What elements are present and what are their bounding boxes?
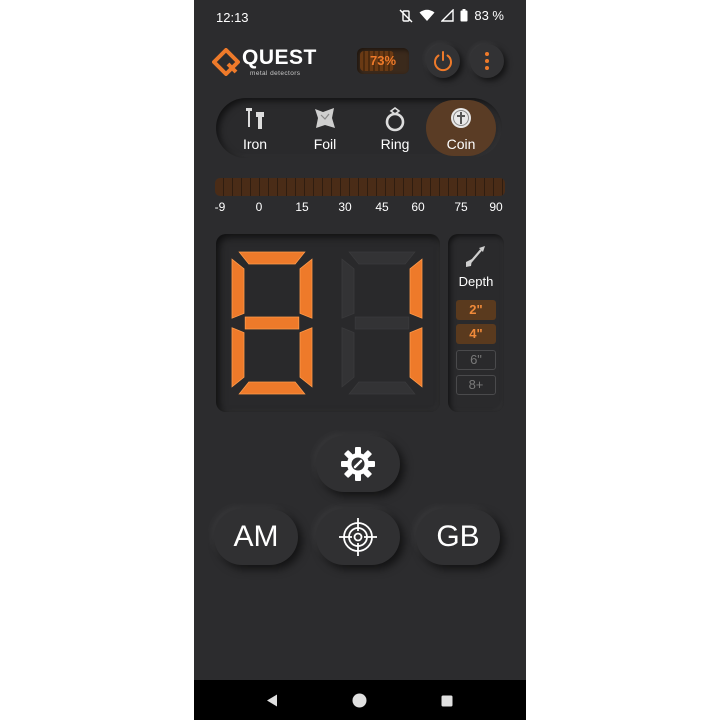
digit-segment — [299, 258, 313, 319]
target-id-digits — [231, 251, 423, 395]
mode-foil[interactable]: Foil — [290, 100, 360, 156]
digit-segment — [231, 327, 245, 388]
scale-tick: 60 — [411, 200, 425, 214]
status-bar: 12:13 83 % — [194, 0, 526, 34]
scale-tick: 15 — [295, 200, 309, 214]
digit-segment — [238, 381, 306, 395]
status-battery-percent: 83 % — [474, 8, 504, 23]
scale-tick: 75 — [454, 200, 468, 214]
mode-ring[interactable]: Ring — [360, 100, 430, 156]
pinpoint-button[interactable] — [316, 509, 400, 565]
digit-segment — [244, 316, 300, 330]
depth-level-8-plus: 8+ — [456, 375, 496, 395]
battery-icon — [460, 9, 468, 22]
iron-nail-icon — [246, 108, 264, 129]
target-id-display — [216, 234, 440, 412]
depth-indicator: Depth 2" 4" 6" 8+ — [448, 234, 504, 412]
depth-level-4: 4" — [456, 324, 496, 344]
mode-coin[interactable]: Coin — [426, 100, 496, 156]
target-id-scale-bar — [215, 178, 505, 196]
mode-coin-label: Coin — [446, 136, 476, 152]
digit-segment — [409, 258, 423, 319]
scale-tick: 30 — [338, 200, 352, 214]
signal-icon — [441, 9, 455, 22]
ground-balance-button[interactable]: GB — [416, 509, 500, 565]
more-menu-button[interactable] — [470, 44, 504, 78]
scale-tick: 0 — [255, 200, 263, 214]
back-nav-icon[interactable] — [266, 694, 278, 707]
depth-level-6: 6" — [456, 350, 496, 370]
more-vertical-icon — [485, 52, 489, 70]
mode-iron[interactable]: Iron — [220, 100, 290, 156]
power-icon — [434, 51, 452, 72]
scale-tick: 90 — [489, 200, 503, 214]
foil-icon — [315, 108, 335, 128]
app-header: QUEST metal detectors 73% — [194, 40, 526, 80]
home-nav-icon[interactable] — [352, 693, 367, 708]
digit-segment — [348, 381, 416, 395]
system-navigation-bar — [194, 680, 526, 720]
detector-battery-text: 73% — [369, 53, 397, 68]
scale-tick: 45 — [375, 200, 389, 214]
settings-gear-icon — [341, 447, 375, 481]
crosshair-target-icon — [339, 518, 377, 556]
phone-screen: 12:13 83 % QUEST metal detectors 73% Iro… — [194, 0, 526, 720]
status-time: 12:13 — [216, 10, 249, 25]
am-button[interactable]: AM — [214, 509, 298, 565]
coin-icon — [451, 108, 471, 128]
brand-logo: QUEST metal detectors — [212, 44, 322, 80]
digit-segment — [238, 251, 306, 265]
digit-segment — [299, 327, 313, 388]
digit-segment — [354, 316, 410, 330]
mode-ring-label: Ring — [380, 136, 410, 152]
mode-selector: Iron Foil Ring Coin — [216, 98, 502, 158]
settings-button[interactable] — [316, 436, 400, 492]
vibrate-off-icon — [399, 9, 413, 22]
brand-name: QUEST — [242, 46, 317, 69]
digit-segment — [231, 258, 245, 319]
brand-tagline: metal detectors — [250, 70, 301, 77]
power-button[interactable] — [426, 44, 460, 78]
detector-battery-indicator: 73% — [357, 48, 409, 74]
quest-q-logo-icon — [212, 48, 240, 76]
ring-icon — [385, 107, 405, 132]
target-id-scale-ticks: -9 0 15 30 45 60 75 90 — [194, 200, 526, 216]
mode-iron-label: Iron — [242, 136, 268, 152]
wifi-icon — [419, 9, 435, 21]
scale-tick: -9 — [214, 200, 226, 214]
depth-level-2: 2" — [456, 300, 496, 320]
digit-segment — [341, 258, 355, 319]
mode-foil-label: Foil — [313, 136, 337, 152]
recents-nav-icon[interactable] — [441, 695, 453, 707]
digit-segment — [341, 327, 355, 388]
digit-segment — [348, 251, 416, 265]
shovel-icon — [466, 246, 485, 267]
digit-segment — [409, 327, 423, 388]
depth-label: Depth — [458, 274, 494, 289]
